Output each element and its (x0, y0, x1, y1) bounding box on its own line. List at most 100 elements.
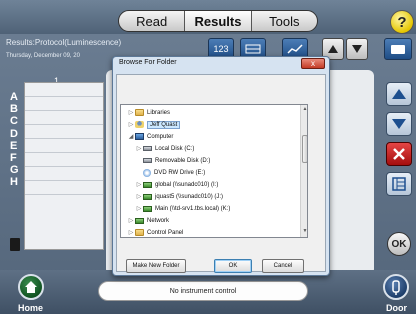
tree-item-label: jquast5 (\\sunadc010) (J:) (155, 193, 224, 200)
user-folder-icon (135, 121, 144, 128)
status-field: No instrument control (98, 281, 308, 301)
expand-icon[interactable]: ▷ (135, 181, 143, 188)
dialog-ok-button[interactable]: OK (214, 259, 252, 273)
tree-item-label: Network (147, 217, 170, 224)
plate-row-labels: A B C D E F G H (10, 91, 22, 189)
expand-icon[interactable]: ▷ (135, 145, 143, 152)
tree-item-libraries[interactable]: ▷ Libraries (127, 107, 170, 118)
plate-grid (24, 82, 104, 250)
plate-row[interactable] (25, 83, 103, 97)
plate-row[interactable] (25, 97, 103, 111)
dvd-icon (143, 168, 151, 177)
dialog-cancel-button[interactable]: Cancel (262, 259, 304, 273)
tree-item-label: DVD RW Drive (E:) (154, 169, 206, 176)
expand-icon[interactable]: ▷ (135, 193, 143, 200)
tab-tools[interactable]: Tools (252, 11, 317, 31)
app-window: Read Results Tools ? Results:Protocol(Lu… (0, 0, 416, 314)
tree-item-jeff-quast[interactable]: ▷ Jeff Quast (127, 119, 181, 130)
home-icon (25, 281, 37, 293)
plate-row[interactable] (25, 153, 103, 167)
open-folder-button[interactable] (384, 38, 412, 60)
tree-item-dvd-drive[interactable]: DVD RW Drive (E:) (135, 167, 205, 178)
home-button[interactable] (18, 274, 44, 300)
trash-icon[interactable] (10, 238, 20, 251)
main-tabs: Read Results Tools (118, 10, 318, 32)
folder-open-icon (391, 45, 405, 54)
tree-item-label: Control Panel (147, 229, 184, 236)
triangle-down-icon (352, 45, 362, 53)
nav-down-button[interactable] (386, 112, 412, 136)
scroll-down-button[interactable] (346, 38, 368, 60)
date-text: Thursday, December 09, 20 (6, 53, 80, 59)
tree-item-label: Computer (147, 133, 174, 140)
tree-item-label: Main (\\td-srv1.tbs.local) (K:) (155, 205, 231, 212)
tree-item-local-disk[interactable]: ▷ Local Disk (C:) (135, 143, 195, 154)
tab-read[interactable]: Read (119, 11, 186, 31)
row-label: F (10, 151, 17, 164)
row-label: A (10, 91, 18, 103)
tree-item-control-panel[interactable]: ▷ Control Panel (127, 227, 184, 237)
plate-row[interactable] (25, 139, 103, 153)
door-label: Door (386, 303, 407, 313)
tab-results[interactable]: Results (185, 11, 252, 31)
collapse-icon[interactable]: ◢ (127, 133, 135, 140)
door-icon (392, 280, 400, 295)
computer-icon (135, 133, 144, 140)
network-drive-icon (143, 181, 152, 188)
arrow-down-icon (392, 119, 406, 129)
expand-icon[interactable]: ▷ (135, 205, 143, 212)
door-button[interactable] (383, 274, 409, 300)
network-drive-icon (143, 205, 152, 212)
plate-row[interactable] (25, 111, 103, 125)
layout-button[interactable] (386, 172, 412, 196)
layout-icon (392, 177, 406, 191)
expand-icon[interactable]: ▷ (127, 121, 135, 128)
nav-up-button[interactable] (386, 82, 412, 106)
scroll-down-arrow-icon[interactable]: ▼ (302, 228, 307, 235)
network-icon (135, 217, 144, 224)
arrow-up-icon (392, 89, 406, 99)
dialog-close-button[interactable]: x (301, 58, 325, 69)
row-label: C (10, 115, 18, 128)
ok-round-button[interactable]: OK (387, 232, 411, 256)
tree-item-removable-disk[interactable]: Removable Disk (D:) (135, 155, 210, 166)
tree-item-label: global (\\sunadc010) (I:) (155, 181, 219, 188)
plate-row[interactable] (25, 181, 103, 195)
scroll-up-arrow-icon[interactable]: ▲ (302, 106, 307, 113)
plate-row[interactable] (25, 167, 103, 181)
delete-button[interactable] (386, 142, 412, 166)
folder-tree[interactable]: ▷ Libraries ▷ Jeff Quast ◢ Computer ▷ Lo… (120, 104, 308, 238)
row-label: B (10, 103, 18, 116)
row-label: D (10, 127, 18, 140)
drive-icon (143, 158, 152, 163)
tree-item-network[interactable]: ▷ Network (127, 215, 169, 226)
tree-item-label: Local Disk (C:) (155, 145, 195, 152)
folder-icon (135, 229, 144, 236)
row-label: E (10, 139, 18, 152)
drive-icon (143, 146, 152, 151)
close-icon (393, 148, 405, 160)
row-label: H (10, 176, 18, 189)
network-drive-icon (143, 193, 152, 200)
tree-item-label: Libraries (147, 109, 171, 116)
tree-item-main[interactable]: ▷ Main (\\td-srv1.tbs.local) (K:) (135, 203, 230, 214)
chart-icon (287, 44, 303, 54)
plate-row[interactable] (25, 125, 103, 139)
home-label: Home (18, 303, 44, 313)
triangle-up-icon (328, 45, 338, 53)
folder-icon (135, 109, 144, 116)
make-new-folder-button[interactable]: Make New Folder (126, 259, 186, 273)
tree-item-jquast5[interactable]: ▷ jquast5 (\\sunadc010) (J:) (135, 191, 223, 202)
help-button[interactable]: ? (390, 10, 414, 34)
scrollbar-thumb[interactable] (302, 135, 307, 163)
tree-scrollbar[interactable]: ▲ ▼ (300, 105, 307, 237)
tree-item-label: Removable Disk (D:) (155, 157, 211, 164)
status-text: No instrument control (169, 287, 237, 295)
tree-item-global[interactable]: ▷ global (\\sunadc010) (I:) (135, 179, 218, 190)
expand-icon[interactable]: ▷ (127, 109, 135, 116)
expand-icon[interactable]: ▷ (127, 229, 135, 236)
tree-item-label: Jeff Quast (147, 120, 181, 129)
tree-item-computer[interactable]: ◢ Computer (127, 131, 173, 142)
dialog-title: Browse For Folder (119, 59, 177, 66)
expand-icon[interactable]: ▷ (127, 217, 135, 224)
